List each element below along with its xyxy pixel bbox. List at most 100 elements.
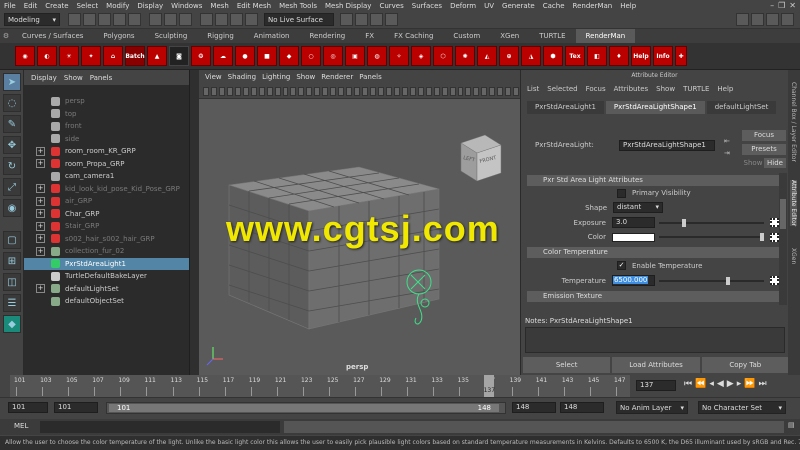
shelf-tool-icon[interactable]: ◈ xyxy=(411,46,431,66)
snap-plane-icon[interactable] xyxy=(245,13,258,26)
viewport-toolbar-icon[interactable] xyxy=(433,86,440,96)
viewport-toolbar-icon[interactable] xyxy=(417,86,424,96)
viewport-toolbar-icon[interactable] xyxy=(242,86,249,96)
expand-icon[interactable]: + xyxy=(36,184,45,194)
ae-menu-turtle[interactable]: TURTLE xyxy=(683,85,709,93)
go-to-end-icon[interactable]: ⏭ xyxy=(758,379,766,389)
shelf-tool-icon[interactable]: ◙ xyxy=(169,46,189,66)
expand-icon[interactable] xyxy=(36,172,45,181)
viewport-menu-lighting[interactable]: Lighting xyxy=(262,73,290,81)
viewport-toolbar-icon[interactable] xyxy=(401,86,408,96)
shelf-tool-icon[interactable]: ◭ xyxy=(477,46,497,66)
expand-icon[interactable] xyxy=(36,297,45,306)
shelf-menu-icon[interactable]: ✚ xyxy=(675,46,687,66)
shelf-tool-icon[interactable]: ⬡ xyxy=(433,46,453,66)
toggle-panel-icon[interactable] xyxy=(736,13,749,26)
expand-icon[interactable]: + xyxy=(36,209,45,219)
viewport-toolbar-icon[interactable] xyxy=(377,86,384,96)
redo-icon[interactable] xyxy=(128,13,141,26)
viewport-toolbar-icon[interactable] xyxy=(234,86,241,96)
undo-icon[interactable] xyxy=(113,13,126,26)
outliner-item[interactable]: + air_GRP xyxy=(24,195,189,208)
range-slider[interactable]: 101 148 xyxy=(106,402,506,414)
mel-input[interactable] xyxy=(40,421,280,433)
viewport-toolbar-icon[interactable] xyxy=(481,86,488,96)
snap-grid-icon[interactable] xyxy=(200,13,213,26)
info-icon[interactable]: Info xyxy=(653,46,673,66)
menu-generate[interactable]: Generate xyxy=(502,2,535,10)
outliner-menu-show[interactable]: Show xyxy=(64,74,83,82)
expand-icon[interactable] xyxy=(36,122,45,131)
viewport-toolbar-icon[interactable] xyxy=(298,86,305,96)
outliner-item[interactable]: front xyxy=(24,120,189,133)
shelf-tool-icon[interactable]: ⊕ xyxy=(499,46,519,66)
shelf-tool-icon[interactable]: ⬢ xyxy=(543,46,563,66)
viewport-menu-panels[interactable]: Panels xyxy=(359,73,382,81)
shelf-tool-icon[interactable]: ● xyxy=(235,46,255,66)
outliner-item[interactable]: + Stair_GRP xyxy=(24,220,189,233)
viewport-toolbar-icon[interactable] xyxy=(489,86,496,96)
mode-dropdown[interactable]: Modeling ▾ xyxy=(4,13,60,26)
shelf-tab-fx-caching[interactable]: FX Caching xyxy=(384,29,443,43)
outliner-item[interactable]: defaultObjectSet xyxy=(24,295,189,308)
outliner-scrollbar[interactable] xyxy=(190,70,199,375)
shelf-tab-custom[interactable]: Custom xyxy=(443,29,490,43)
shelf-tool-icon[interactable]: ▲ xyxy=(147,46,167,66)
shelf-tab-polygons[interactable]: Polygons xyxy=(93,29,144,43)
enable-temperature-checkbox[interactable]: ✓ xyxy=(617,261,626,270)
menu-windows[interactable]: Windows xyxy=(171,2,202,10)
current-frame-field[interactable]: 137 xyxy=(636,380,676,391)
render-icon[interactable] xyxy=(340,13,353,26)
shelf-tool-icon[interactable]: ✦ xyxy=(81,46,101,66)
expand-icon[interactable] xyxy=(36,272,45,281)
ae-menu-show[interactable]: Show xyxy=(656,85,675,93)
viewport-toolbar-icon[interactable] xyxy=(282,86,289,96)
viewport-toolbar-icon[interactable] xyxy=(425,86,432,96)
outliner-item[interactable]: TurtleDefaultBakeLayer xyxy=(24,270,189,283)
character-set-dropdown[interactable]: No Character Set ▾ xyxy=(698,401,786,414)
section-color-temperature[interactable]: Color Temperature xyxy=(527,247,779,258)
shelf-tool-icon[interactable]: ✺ xyxy=(455,46,475,66)
menu-modify[interactable]: Modify xyxy=(106,2,129,10)
live-surface-field[interactable]: No Live Surface xyxy=(264,13,334,26)
restore-icon[interactable]: ❐ xyxy=(778,1,785,10)
paint-select-icon[interactable]: ✎ xyxy=(3,115,21,133)
expand-icon[interactable]: + xyxy=(36,159,45,169)
shelf-tab-curves-surfaces[interactable]: Curves / Surfaces xyxy=(12,29,93,43)
viewport-toolbar-icon[interactable] xyxy=(457,86,464,96)
single-view-icon[interactable]: ▢ xyxy=(3,231,21,249)
save-scene-icon[interactable] xyxy=(98,13,111,26)
menu-display[interactable]: Display xyxy=(137,2,163,10)
temperature-map-icon[interactable] xyxy=(770,276,779,285)
viewport-toolbar-icon[interactable] xyxy=(226,86,233,96)
expand-icon[interactable]: + xyxy=(36,146,45,156)
expand-icon[interactable] xyxy=(36,259,45,268)
shelf-tool-icon[interactable]: ❂ xyxy=(191,46,211,66)
shelf-tool-icon[interactable]: ◮ xyxy=(521,46,541,66)
viewport-menu-view[interactable]: View xyxy=(205,73,222,81)
last-tool-icon[interactable]: ◉ xyxy=(3,199,21,217)
menu-renderman[interactable]: RenderMan xyxy=(573,2,613,10)
notes-field[interactable] xyxy=(525,327,785,353)
attribute-editor-tab[interactable]: Attribute Editor xyxy=(790,180,797,227)
color-map-icon[interactable] xyxy=(770,232,779,242)
outliner-item[interactable]: + s002_hair_s002_hair_GRP xyxy=(24,233,189,246)
shelf-tab-rendering[interactable]: Rendering xyxy=(299,29,355,43)
current-frame-marker[interactable]: 137 xyxy=(483,375,495,397)
two-view-icon[interactable]: ◫ xyxy=(3,273,21,291)
step-forward-key-icon[interactable]: ⏩ xyxy=(744,379,755,389)
shelf-tool-icon[interactable]: ■ xyxy=(257,46,277,66)
viewport-toolbar-icon[interactable] xyxy=(314,86,321,96)
help-icon[interactable]: Help xyxy=(631,46,651,66)
shelf-tab-renderman[interactable]: RenderMan xyxy=(575,29,636,43)
select-hierarchy-icon[interactable] xyxy=(149,13,162,26)
ae-menu-selected[interactable]: Selected xyxy=(547,85,577,93)
viewport-toolbar-icon[interactable] xyxy=(258,86,265,96)
expand-icon[interactable] xyxy=(36,109,45,118)
expand-icon[interactable]: + xyxy=(36,221,45,231)
viewport-toolbar-icon[interactable] xyxy=(362,86,369,96)
open-scene-icon[interactable] xyxy=(83,13,96,26)
toggle-panel-icon[interactable] xyxy=(751,13,764,26)
new-scene-icon[interactable] xyxy=(68,13,81,26)
menu-uv[interactable]: UV xyxy=(484,2,494,10)
